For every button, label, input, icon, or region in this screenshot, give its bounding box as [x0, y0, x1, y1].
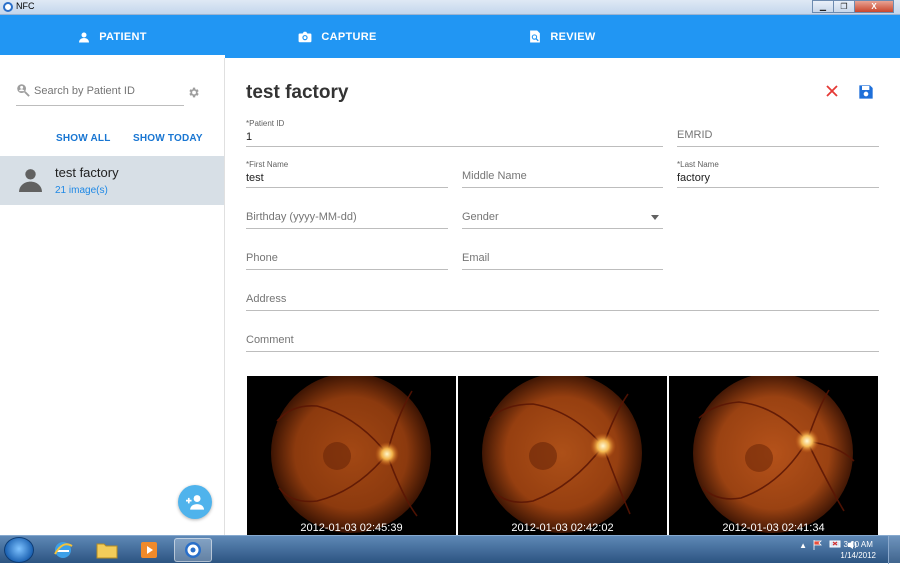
network-icon[interactable] — [829, 540, 841, 550]
first-name-field[interactable]: *First Name test — [246, 158, 448, 188]
system-clock[interactable]: 3:00 AM 1/14/2012 — [840, 539, 876, 561]
close-window-button[interactable]: X — [854, 0, 894, 13]
patient-image-count: 21 image(s) — [55, 185, 108, 196]
tab-patient[interactable]: PATIENT — [0, 15, 225, 58]
email-placeholder: Email — [462, 252, 490, 264]
middle-name-placeholder: Middle Name — [462, 170, 527, 182]
tab-capture[interactable]: CAPTURE — [225, 15, 450, 58]
address-field[interactable]: Address — [246, 281, 879, 311]
middle-name-field[interactable]: Middle Name — [462, 158, 663, 188]
person-icon — [79, 32, 90, 42]
clock-date: 1/14/2012 — [840, 551, 876, 560]
first-name-label: *First Name — [246, 160, 289, 169]
phone-placeholder: Phone — [246, 252, 278, 264]
show-all-button[interactable]: SHOW ALL — [56, 133, 111, 144]
last-name-value: factory — [677, 172, 711, 184]
gender-placeholder: Gender — [462, 211, 499, 223]
maximize-button[interactable]: ❐ — [833, 0, 855, 13]
start-button[interactable] — [4, 537, 34, 563]
tab-review-label: REVIEW — [550, 30, 596, 43]
comment-field[interactable]: Comment — [246, 322, 879, 352]
review-icon — [530, 30, 541, 43]
emrid-placeholder: EMRID — [677, 129, 713, 141]
show-desktop-button[interactable] — [888, 536, 900, 564]
show-today-button[interactable]: SHOW TODAY — [133, 133, 203, 144]
comment-placeholder: Comment — [246, 334, 294, 346]
patient-name: test factory — [55, 165, 119, 180]
last-name-field[interactable]: *Last Name factory — [677, 158, 879, 188]
retina-image — [693, 376, 855, 533]
search-person-icon — [17, 84, 30, 97]
image-timestamp: 2012-01-03 02:42:02 — [511, 522, 614, 534]
emrid-field[interactable]: EMRID — [677, 117, 879, 147]
fundus-image-thumbnail[interactable]: 2012-01-03 02:41:34 — [669, 376, 878, 535]
gender-select[interactable]: Gender — [462, 199, 663, 229]
main-tab-bar: PATIENT CAPTURE REVIEW — [0, 15, 900, 58]
clock-time: 3:00 AM — [843, 540, 873, 549]
image-timestamp: 2012-01-03 02:41:34 — [722, 522, 825, 534]
patient-list-item[interactable]: test factory 21 image(s) — [0, 156, 224, 205]
tab-capture-label: CAPTURE — [321, 30, 377, 43]
folder-icon — [96, 543, 118, 559]
nfc-app-taskbar-button[interactable] — [174, 538, 212, 562]
media-taskbar-button[interactable] — [130, 538, 168, 562]
patient-id-value: 1 — [246, 131, 253, 143]
window-titlebar: NFC ▁ ❐ X — [0, 0, 900, 15]
camera-icon — [298, 31, 312, 42]
close-icon[interactable] — [825, 84, 839, 98]
patient-detail-panel: test factory *Patient ID 1 EMRID *First … — [225, 58, 900, 535]
app-icon — [3, 2, 13, 12]
patient-sidebar: SHOW ALL SHOW TODAY test factory 21 imag… — [0, 58, 225, 535]
birthday-placeholder: Birthday (yyyy-MM-dd) — [246, 211, 357, 223]
email-field[interactable]: Email — [462, 240, 663, 270]
patient-id-field[interactable]: *Patient ID 1 — [246, 117, 663, 147]
explorer-taskbar-button[interactable] — [88, 538, 126, 562]
gear-icon[interactable] — [187, 86, 200, 99]
patient-id-label: *Patient ID — [246, 119, 285, 128]
nfc-app-icon — [185, 542, 201, 558]
window-title: NFC — [16, 1, 35, 11]
fundus-image-thumbnail[interactable]: 2012-01-03 02:45:39 — [247, 376, 456, 535]
add-person-icon — [186, 495, 204, 510]
search-input[interactable] — [34, 85, 182, 97]
media-player-icon — [141, 542, 157, 558]
phone-field[interactable]: Phone — [246, 240, 448, 270]
os-taskbar: ▲ 3:00 AM 1/14/2012 — [0, 535, 900, 564]
add-patient-button[interactable] — [178, 485, 212, 519]
fundus-image-thumbnail[interactable]: 2012-01-03 02:42:02 — [458, 376, 667, 535]
tray-expand-icon[interactable]: ▲ — [799, 541, 807, 550]
internet-explorer-icon — [54, 542, 73, 558]
birthday-field[interactable]: Birthday (yyyy-MM-dd) — [246, 199, 448, 229]
minimize-button[interactable]: ▁ — [812, 0, 834, 13]
tab-patient-label: PATIENT — [99, 30, 147, 43]
flag-icon[interactable] — [813, 540, 823, 550]
browser-taskbar-button[interactable] — [44, 538, 82, 562]
retina-image — [482, 376, 642, 533]
save-icon[interactable] — [858, 84, 874, 100]
image-gallery: 2012-01-03 02:45:39 2012-01-03 02:42:02 … — [247, 376, 879, 535]
tab-review[interactable]: REVIEW — [450, 15, 675, 58]
patient-search — [16, 82, 184, 106]
first-name-value: test — [246, 172, 264, 184]
dropdown-arrow-icon — [651, 215, 659, 220]
address-placeholder: Address — [246, 293, 287, 305]
patient-title: test factory — [246, 82, 349, 103]
person-avatar-icon — [19, 169, 42, 192]
retina-image — [271, 376, 431, 533]
image-timestamp: 2012-01-03 02:45:39 — [300, 522, 403, 534]
last-name-label: *Last Name — [677, 160, 719, 169]
